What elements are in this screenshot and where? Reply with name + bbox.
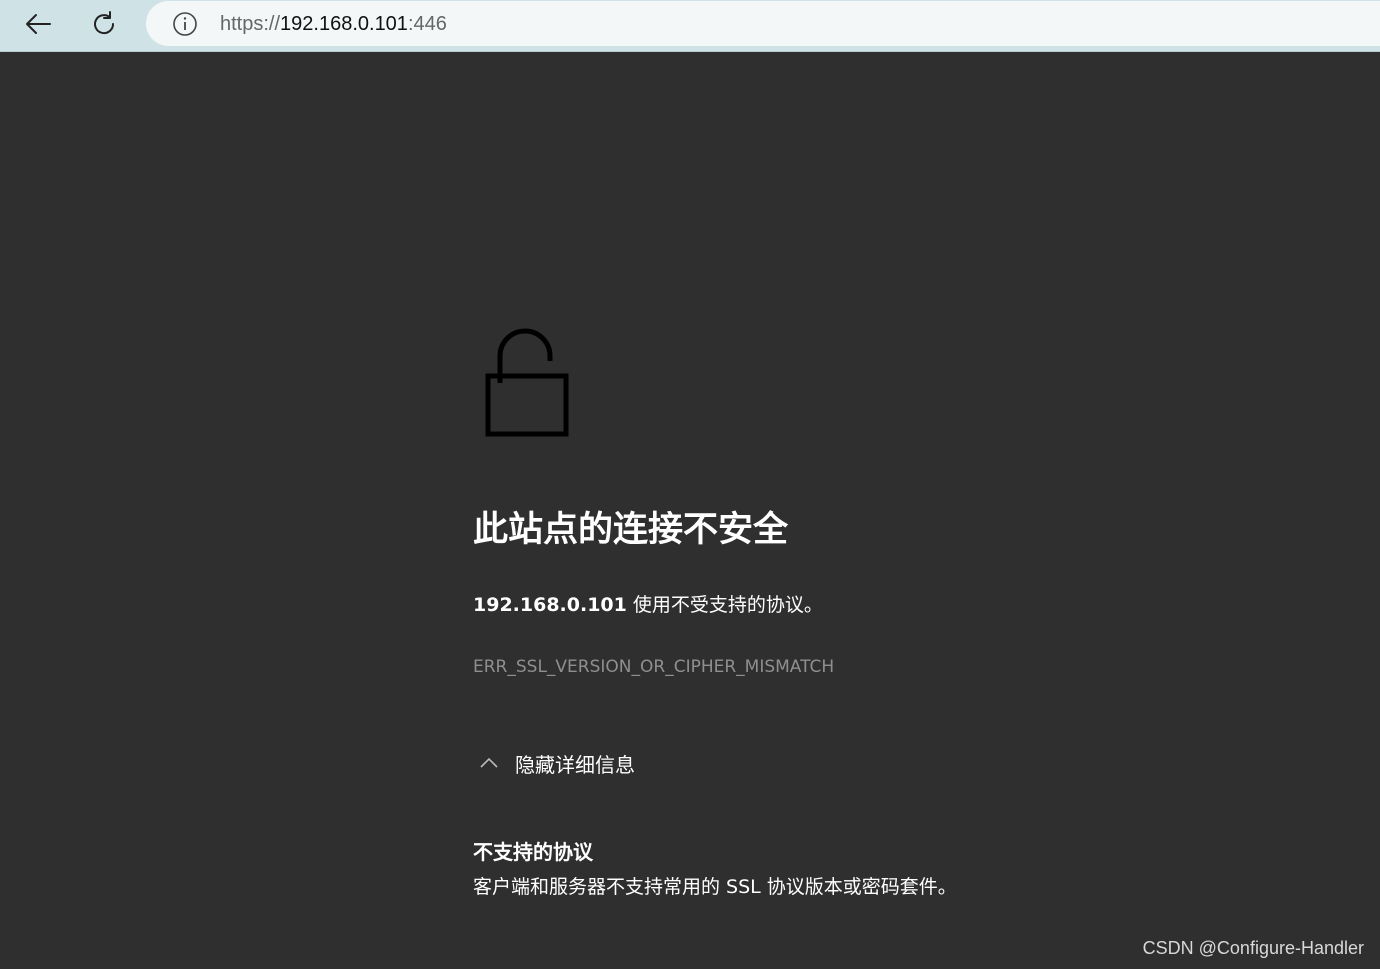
browser-toolbar: https://192.168.0.101:446 [0,0,1380,52]
watermark: CSDN @Configure-Handler [1142,938,1364,958]
url-port: :446 [407,13,447,35]
error-description: 192.168.0.101 使用不受支持的协议。 [473,591,823,619]
error-description-text: 使用不受支持的协议。 [626,594,823,616]
address-bar[interactable]: https://192.168.0.101:446 [146,1,1380,46]
reload-button[interactable] [84,6,124,42]
hide-details-button[interactable]: 隐藏详细信息 [473,746,635,780]
arrow-left-icon [26,14,51,34]
error-code: ERR_SSL_VERSION_OR_CIPHER_MISMATCH [473,657,835,677]
error-host: 192.168.0.101 [473,594,627,616]
url-scheme: https:// [220,13,281,35]
chevron-up-icon [473,746,505,780]
info-icon[interactable] [172,11,198,37]
url-host: 192.168.0.101 [280,13,408,35]
details-body: 客户端和服务器不支持常用的 SSL 协议版本或密码套件。 [473,876,957,898]
details-title: 不支持的协议 [473,840,593,864]
back-button[interactable] [18,6,58,42]
unlocked-padlock-icon [485,328,569,437]
page-title: 此站点的连接不安全 [473,510,789,550]
hide-details-label: 隐藏详细信息 [515,752,635,777]
url-text[interactable]: https://192.168.0.101:446 [220,11,447,37]
reload-icon [94,11,115,35]
